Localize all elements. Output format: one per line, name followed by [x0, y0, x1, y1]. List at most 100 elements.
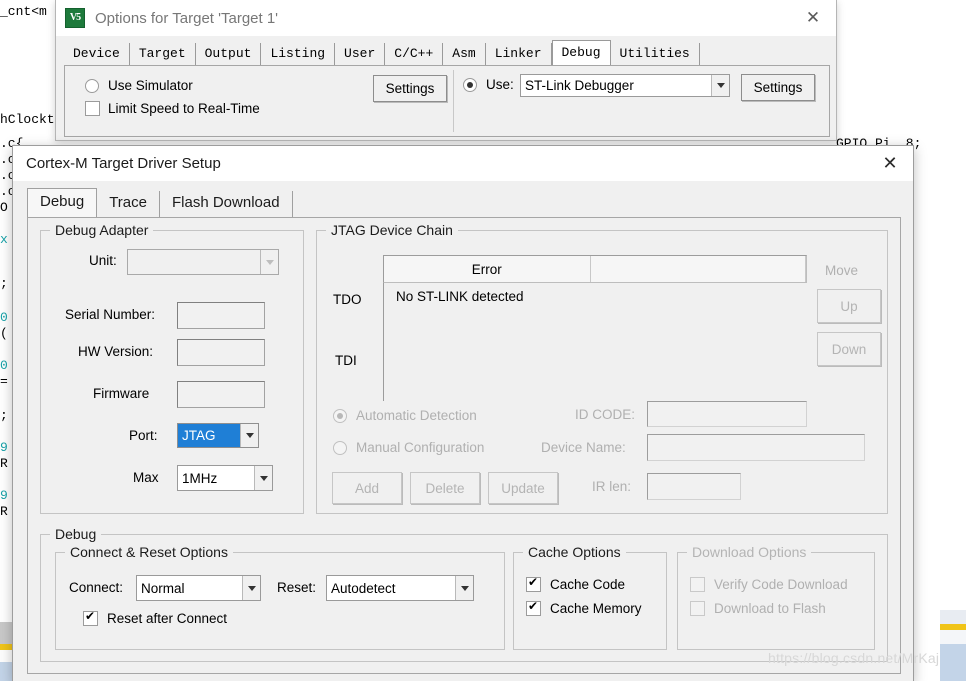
jtag-device-chain-group-title: JTAG Device Chain: [326, 222, 458, 238]
cache-memory-row[interactable]: Cache Memory: [526, 599, 642, 616]
reset-select-value: Autodetect: [331, 580, 396, 596]
automatic-detection-radio[interactable]: [333, 408, 347, 423]
options-tab-asm[interactable]: Asm: [443, 43, 486, 66]
cache-options-group-title: Cache Options: [523, 544, 626, 560]
limit-speed-label: Limit Speed to Real-Time: [108, 101, 260, 116]
tdo-label: TDO: [333, 292, 362, 307]
jtag-chain-row[interactable]: No ST-LINK detected: [384, 283, 807, 309]
download-options-group-title: Download Options: [687, 544, 812, 560]
debugger-settings-button[interactable]: Settings: [741, 74, 815, 101]
move-up-button[interactable]: Up: [817, 289, 881, 323]
debugger-select[interactable]: ST-Link Debugger: [520, 74, 730, 97]
options-dialog-body: Device Target Output Listing User C/C++ Asm Lin…: [56, 36, 836, 140]
options-tab-user[interactable]: User: [335, 43, 386, 66]
chevron-down-icon[interactable]: [242, 576, 260, 600]
options-tab-utilities[interactable]: Utilities: [611, 43, 700, 66]
verify-code-download-checkbox[interactable]: [690, 577, 705, 592]
cortex-dialog-body: Debug Trace Flash Download Debug Adapter U…: [13, 181, 913, 681]
max-label: Max: [133, 470, 159, 485]
reset-after-connect-checkbox[interactable]: [83, 609, 98, 626]
options-tab-c-c-[interactable]: C/C++: [385, 43, 444, 66]
delete-button[interactable]: Delete: [410, 472, 480, 504]
jtag-device-chain-group: JTAG Device Chain TDO TDI Error No ST-LI…: [316, 222, 888, 514]
max-clock-select-value: 1MHz: [182, 470, 218, 486]
limit-speed-row[interactable]: Limit Speed to Real-Time: [85, 101, 260, 116]
move-down-button[interactable]: Down: [817, 332, 881, 366]
code-fragment: hClockt: [0, 112, 55, 127]
options-tab-output[interactable]: Output: [196, 43, 262, 66]
unit-select[interactable]: [127, 249, 279, 275]
jtag-chain-column-header[interactable]: [591, 256, 806, 282]
download-to-flash-row[interactable]: Download to Flash: [690, 601, 826, 616]
code-fragment: R: [0, 504, 8, 519]
options-title-bar: V5 Options for Target 'Target 1' ✕: [56, 0, 836, 36]
serial-number-field[interactable]: [177, 302, 265, 329]
add-button[interactable]: Add: [332, 472, 402, 504]
debug-group: Debug Connect & Reset Options Connect: N…: [40, 526, 888, 662]
cache-memory-label: Cache Memory: [550, 601, 642, 616]
ide-right-strip-1: [940, 610, 966, 624]
cortex-dialog-title: Cortex-M Target Driver Setup: [26, 155, 221, 172]
options-close-button[interactable]: ✕: [790, 0, 836, 36]
cache-code-row[interactable]: Cache Code: [526, 575, 625, 592]
manual-configuration-radio[interactable]: [333, 440, 347, 455]
chevron-down-icon[interactable]: [711, 75, 729, 96]
use-simulator-label: Use Simulator: [108, 78, 193, 93]
cache-options-group: Cache Options Cache Code Cache Memory: [513, 544, 667, 650]
options-tab-target[interactable]: Target: [130, 43, 196, 66]
jtag-chain-cell: No ST-LINK detected: [396, 288, 524, 304]
ide-right-strip-4: [940, 644, 966, 681]
simulator-settings-button[interactable]: Settings: [373, 75, 447, 102]
code-fragment: R: [0, 456, 8, 471]
options-dialog-title: Options for Target 'Target 1': [95, 9, 279, 27]
reset-select[interactable]: Autodetect: [326, 575, 474, 601]
hw-version-field[interactable]: [177, 339, 265, 366]
options-tab-listing[interactable]: Listing: [261, 43, 336, 66]
ir-len-label: IR len:: [592, 479, 632, 494]
max-clock-select[interactable]: 1MHz: [177, 465, 273, 491]
firmware-field[interactable]: [177, 381, 265, 408]
connect-select[interactable]: Normal: [136, 575, 261, 601]
cache-memory-checkbox[interactable]: [526, 599, 541, 616]
use-debugger-row[interactable]: Use:: [463, 77, 514, 92]
cache-code-checkbox[interactable]: [526, 575, 541, 592]
ir-len-field[interactable]: [647, 473, 741, 500]
code-fragment: (: [0, 326, 8, 341]
limit-speed-checkbox[interactable]: [85, 101, 100, 116]
cortex-tab-trace[interactable]: Trace: [97, 191, 160, 217]
chevron-down-icon[interactable]: [254, 466, 272, 490]
code-fragment: ;: [0, 408, 8, 423]
chevron-down-icon[interactable]: [240, 424, 258, 447]
device-name-field[interactable]: [647, 434, 865, 461]
port-select[interactable]: JTAG: [177, 423, 259, 448]
connect-reset-options-group: Connect & Reset Options Connect: Normal …: [55, 544, 505, 650]
reset-after-connect-row[interactable]: Reset after Connect: [83, 609, 227, 626]
connect-select-value: Normal: [141, 580, 185, 596]
chevron-down-icon[interactable]: [455, 576, 473, 600]
use-debugger-radio[interactable]: [463, 77, 477, 92]
use-simulator-radio[interactable]: [85, 78, 99, 93]
options-tab-device[interactable]: Device: [64, 43, 130, 66]
automatic-detection-row[interactable]: Automatic Detection: [333, 408, 477, 423]
id-code-field[interactable]: [647, 401, 807, 427]
options-tab-debug[interactable]: Debug: [551, 40, 611, 67]
manual-configuration-row[interactable]: Manual Configuration: [333, 440, 484, 455]
debug-adapter-group-title: Debug Adapter: [50, 222, 154, 238]
cortex-debug-tab-page: Debug Adapter Unit: Serial Number: HW Ve…: [27, 217, 901, 674]
options-debug-tab-page: Use Simulator Limit Speed to Real-Time S…: [64, 65, 830, 137]
verify-code-download-row[interactable]: Verify Code Download: [690, 577, 848, 592]
cortex-tab-flash-download[interactable]: Flash Download: [160, 191, 293, 217]
chevron-down-icon[interactable]: [260, 250, 278, 274]
download-to-flash-checkbox[interactable]: [690, 601, 705, 616]
move-label: Move: [825, 263, 859, 278]
update-button[interactable]: Update: [488, 472, 558, 504]
serial-number-label: Serial Number:: [65, 307, 156, 322]
cortex-tab-debug[interactable]: Debug: [27, 188, 98, 218]
use-simulator-row[interactable]: Use Simulator: [85, 78, 193, 93]
options-tab-linker[interactable]: Linker: [486, 43, 552, 66]
cortex-close-button[interactable]: ✕: [867, 146, 913, 181]
options-tab-strip: Device Target Output Listing User C/C++ Asm Lin…: [64, 40, 700, 67]
verify-code-download-label: Verify Code Download: [714, 577, 848, 592]
jtag-chain-column-header[interactable]: Error: [384, 256, 591, 282]
jtag-chain-table-body[interactable]: No ST-LINK detected: [383, 283, 807, 401]
